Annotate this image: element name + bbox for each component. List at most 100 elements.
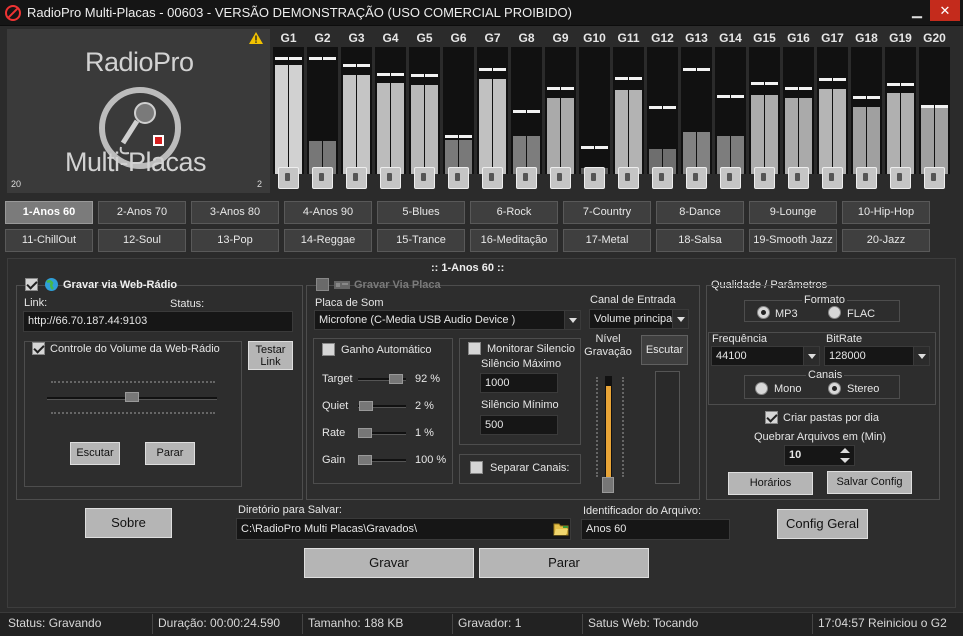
gain-slider-thumb[interactable] bbox=[389, 374, 404, 384]
about-button[interactable]: Sobre bbox=[85, 508, 172, 538]
stop-button[interactable]: Parar bbox=[479, 548, 649, 578]
preset-button[interactable]: 6-Rock bbox=[470, 201, 558, 224]
meter-g16: G16 bbox=[782, 29, 815, 193]
meter-g8: G8 bbox=[510, 29, 543, 193]
input-channel-select[interactable]: Volume principal bbox=[589, 309, 689, 329]
rec-level-track[interactable] bbox=[605, 376, 612, 480]
preset-button[interactable]: 12-Soul bbox=[98, 229, 186, 252]
level-meters-panel: G1 G2 G3 G4 G5 G6 G7 G8 G9 G10 G11 G12 G13 G14 G15 G16 G… bbox=[272, 29, 957, 193]
meter-g4: G4 bbox=[374, 29, 407, 193]
meter-label: G3 bbox=[348, 31, 365, 45]
close-button[interactable]: ✕ bbox=[930, 0, 960, 21]
save-config-button[interactable]: Salvar Config bbox=[827, 471, 912, 494]
link-input[interactable]: http://66.70.187.44:9103 bbox=[23, 311, 293, 332]
meter-g14: G14 bbox=[714, 29, 747, 193]
logo-text-radiopro: RadioPro bbox=[85, 47, 194, 77]
gain-slider-thumb[interactable] bbox=[358, 401, 373, 411]
speaker-icon[interactable] bbox=[278, 167, 299, 189]
daily-folders-checkbox[interactable] bbox=[765, 411, 778, 424]
speaker-icon[interactable] bbox=[414, 167, 435, 189]
meter-channel-divider bbox=[492, 47, 493, 174]
preset-button[interactable]: 15-Trance bbox=[377, 229, 465, 252]
folder-icon[interactable] bbox=[553, 521, 569, 536]
warning-icon[interactable] bbox=[249, 32, 263, 44]
schedules-button[interactable]: Horários bbox=[728, 472, 813, 495]
speaker-icon[interactable] bbox=[822, 167, 843, 189]
min-silence-label: Silêncio Mínimo bbox=[481, 399, 559, 411]
speaker-icon[interactable] bbox=[516, 167, 537, 189]
speaker-icon[interactable] bbox=[788, 167, 809, 189]
speaker-icon[interactable] bbox=[584, 167, 605, 189]
meter-label: G16 bbox=[787, 31, 810, 45]
status-text: Status: Gravando bbox=[8, 616, 102, 630]
meter-channel-divider bbox=[730, 47, 731, 174]
auto-gain-checkbox[interactable] bbox=[322, 343, 335, 356]
speaker-icon[interactable] bbox=[618, 167, 639, 189]
split-channels-checkbox[interactable] bbox=[470, 461, 483, 474]
input-channel-label: Canal de Entrada bbox=[590, 294, 676, 306]
volume-control-checkbox[interactable] bbox=[32, 342, 45, 355]
speaker-icon[interactable] bbox=[550, 167, 571, 189]
preset-button[interactable]: 11-ChillOut bbox=[5, 229, 93, 252]
preset-button[interactable]: 17-Metal bbox=[563, 229, 651, 252]
sound-card-select[interactable]: Microfone (C-Media USB Audio Device ) bbox=[314, 310, 581, 330]
speaker-icon[interactable] bbox=[754, 167, 775, 189]
speaker-icon[interactable] bbox=[890, 167, 911, 189]
speaker-icon[interactable] bbox=[312, 167, 333, 189]
minimize-button[interactable]: ▁ bbox=[906, 0, 928, 21]
preset-button[interactable]: 14-Reggae bbox=[284, 229, 372, 252]
meter-track bbox=[817, 47, 848, 174]
save-dir-input[interactable]: C:\RadioPro Multi Placas\Gravados\ bbox=[236, 518, 571, 540]
webradio-listen-button[interactable]: Escutar bbox=[70, 442, 120, 465]
gain-slider-thumb[interactable] bbox=[358, 455, 372, 465]
preset-button[interactable]: 5-Blues bbox=[377, 201, 465, 224]
general-config-button[interactable]: Config Geral bbox=[777, 509, 868, 539]
preset-button[interactable]: 4-Anos 90 bbox=[284, 201, 372, 224]
speaker-icon[interactable] bbox=[380, 167, 401, 189]
bitrate-select[interactable]: 128000 bbox=[824, 346, 930, 366]
preset-button[interactable]: 19-Smooth Jazz bbox=[749, 229, 837, 252]
webradio-volume-thumb[interactable] bbox=[125, 392, 139, 402]
preset-button[interactable]: 2-Anos 70 bbox=[98, 201, 186, 224]
preset-button[interactable]: 18-Salsa bbox=[656, 229, 744, 252]
webradio-record-checkbox[interactable] bbox=[25, 278, 38, 291]
min-silence-input[interactable]: 500 bbox=[480, 415, 558, 435]
format-flac-radio[interactable] bbox=[828, 306, 841, 319]
preset-button[interactable]: 3-Anos 80 bbox=[191, 201, 279, 224]
speaker-icon[interactable] bbox=[856, 167, 877, 189]
speaker-icon[interactable] bbox=[482, 167, 503, 189]
webradio-stop-button[interactable]: Parar bbox=[145, 442, 195, 465]
file-id-input[interactable]: Anos 60 bbox=[581, 519, 730, 540]
speaker-icon[interactable] bbox=[686, 167, 707, 189]
speaker-icon[interactable] bbox=[924, 167, 945, 189]
speaker-icon[interactable] bbox=[448, 167, 469, 189]
status-separator bbox=[582, 614, 583, 634]
record-button[interactable]: Gravar bbox=[304, 548, 474, 578]
channel-stereo-radio[interactable] bbox=[828, 382, 841, 395]
preset-button[interactable]: 1-Anos 60 bbox=[5, 201, 93, 224]
monitor-silence-checkbox[interactable] bbox=[468, 342, 481, 355]
format-mp3-radio[interactable] bbox=[757, 306, 770, 319]
speaker-icon[interactable] bbox=[720, 167, 741, 189]
gain-slider-thumb[interactable] bbox=[358, 428, 373, 438]
meter-track bbox=[749, 47, 780, 174]
card-record-checkbox[interactable] bbox=[316, 278, 329, 291]
preset-button[interactable]: 9-Lounge bbox=[749, 201, 837, 224]
max-silence-input[interactable]: 1000 bbox=[480, 373, 558, 393]
meter-channel-divider bbox=[628, 47, 629, 174]
speaker-icon[interactable] bbox=[652, 167, 673, 189]
card-listen-button[interactable]: Escutar bbox=[641, 335, 688, 365]
preset-button[interactable]: 16-Meditação bbox=[470, 229, 558, 252]
preset-button[interactable]: 7-Country bbox=[563, 201, 651, 224]
preset-button[interactable]: 13-Pop bbox=[191, 229, 279, 252]
channel-mono-radio[interactable] bbox=[755, 382, 768, 395]
preset-button[interactable]: 10-Hip-Hop bbox=[842, 201, 930, 224]
preset-button[interactable]: 20-Jazz bbox=[842, 229, 930, 252]
test-link-button[interactable]: Testar Link bbox=[248, 341, 293, 370]
speaker-icon[interactable] bbox=[346, 167, 367, 189]
format-label: Formato bbox=[802, 294, 847, 306]
rec-level-thumb[interactable] bbox=[602, 477, 614, 493]
preset-button[interactable]: 8-Dance bbox=[656, 201, 744, 224]
spinner-arrows-icon[interactable] bbox=[839, 446, 851, 465]
frequency-select[interactable]: 44100 bbox=[711, 346, 820, 366]
